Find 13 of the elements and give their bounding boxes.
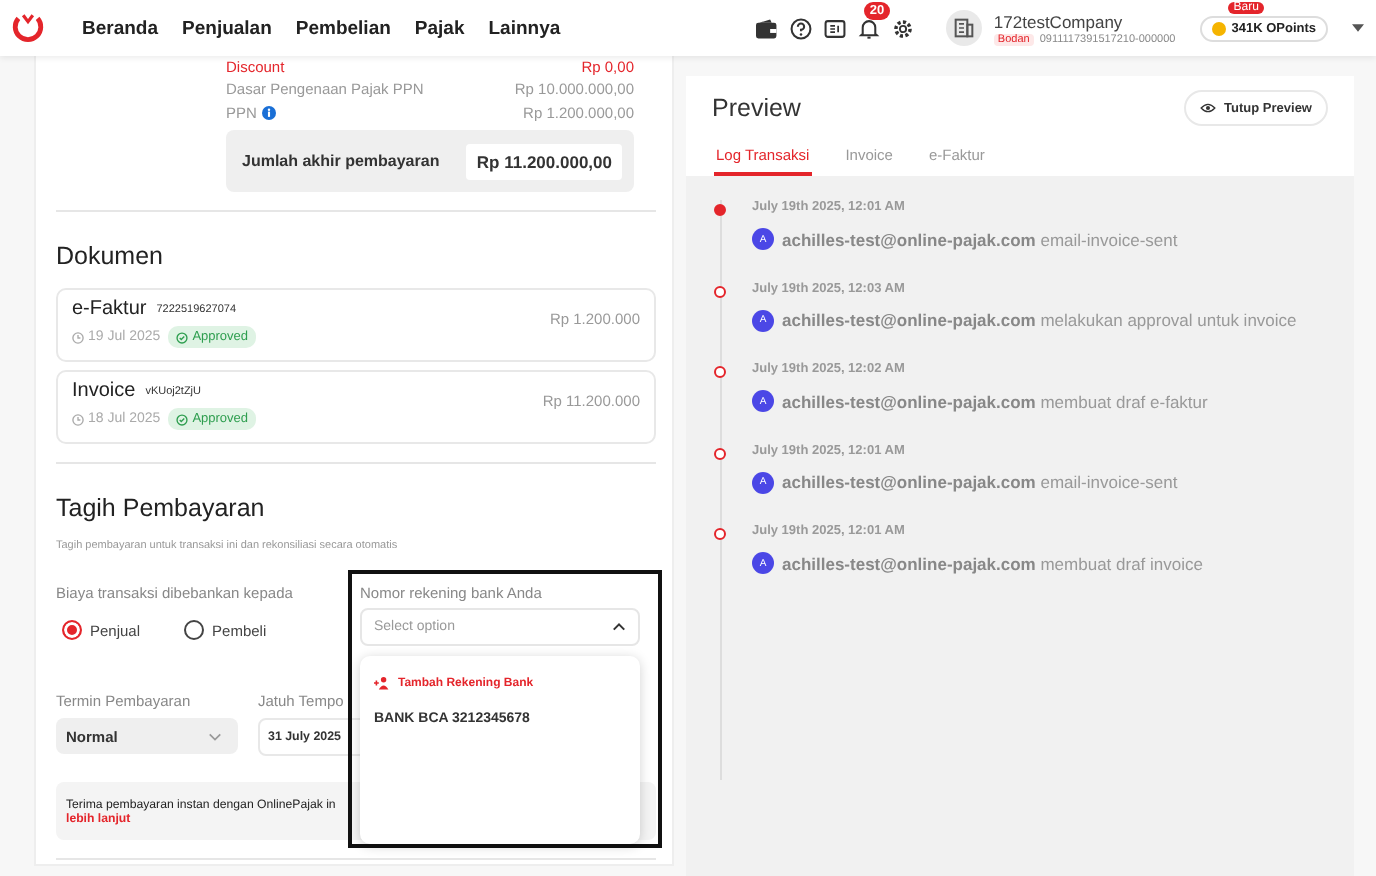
total-label: Jumlah akhir pembayaran — [242, 152, 440, 170]
section-title: Dokumen — [56, 242, 165, 270]
log-message: achilles-test@online-pajak.com email-invoice-sent — [782, 472, 1178, 492]
document-type: Invoice — [72, 380, 136, 402]
total-value: Rp 11.200.000,00 — [466, 143, 622, 179]
log-message: achilles-test@online-pajak.com email-invoice-sent — [782, 229, 1178, 249]
log-message: achilles-test@online-pajak.com membuat draf invoice — [782, 553, 1203, 573]
log-message: achilles-test@online-pajak.com membuat draf e-faktur — [782, 391, 1208, 411]
panel-title: Preview — [712, 94, 801, 122]
document-type: e-Faktur — [72, 298, 147, 320]
company-name: 172testCompany — [993, 11, 1123, 31]
section-title: Tagih Pembayaran — [56, 494, 267, 522]
log-message: achilles-test@online-pajak.com melakukan approval untuk invoice — [782, 310, 1297, 330]
